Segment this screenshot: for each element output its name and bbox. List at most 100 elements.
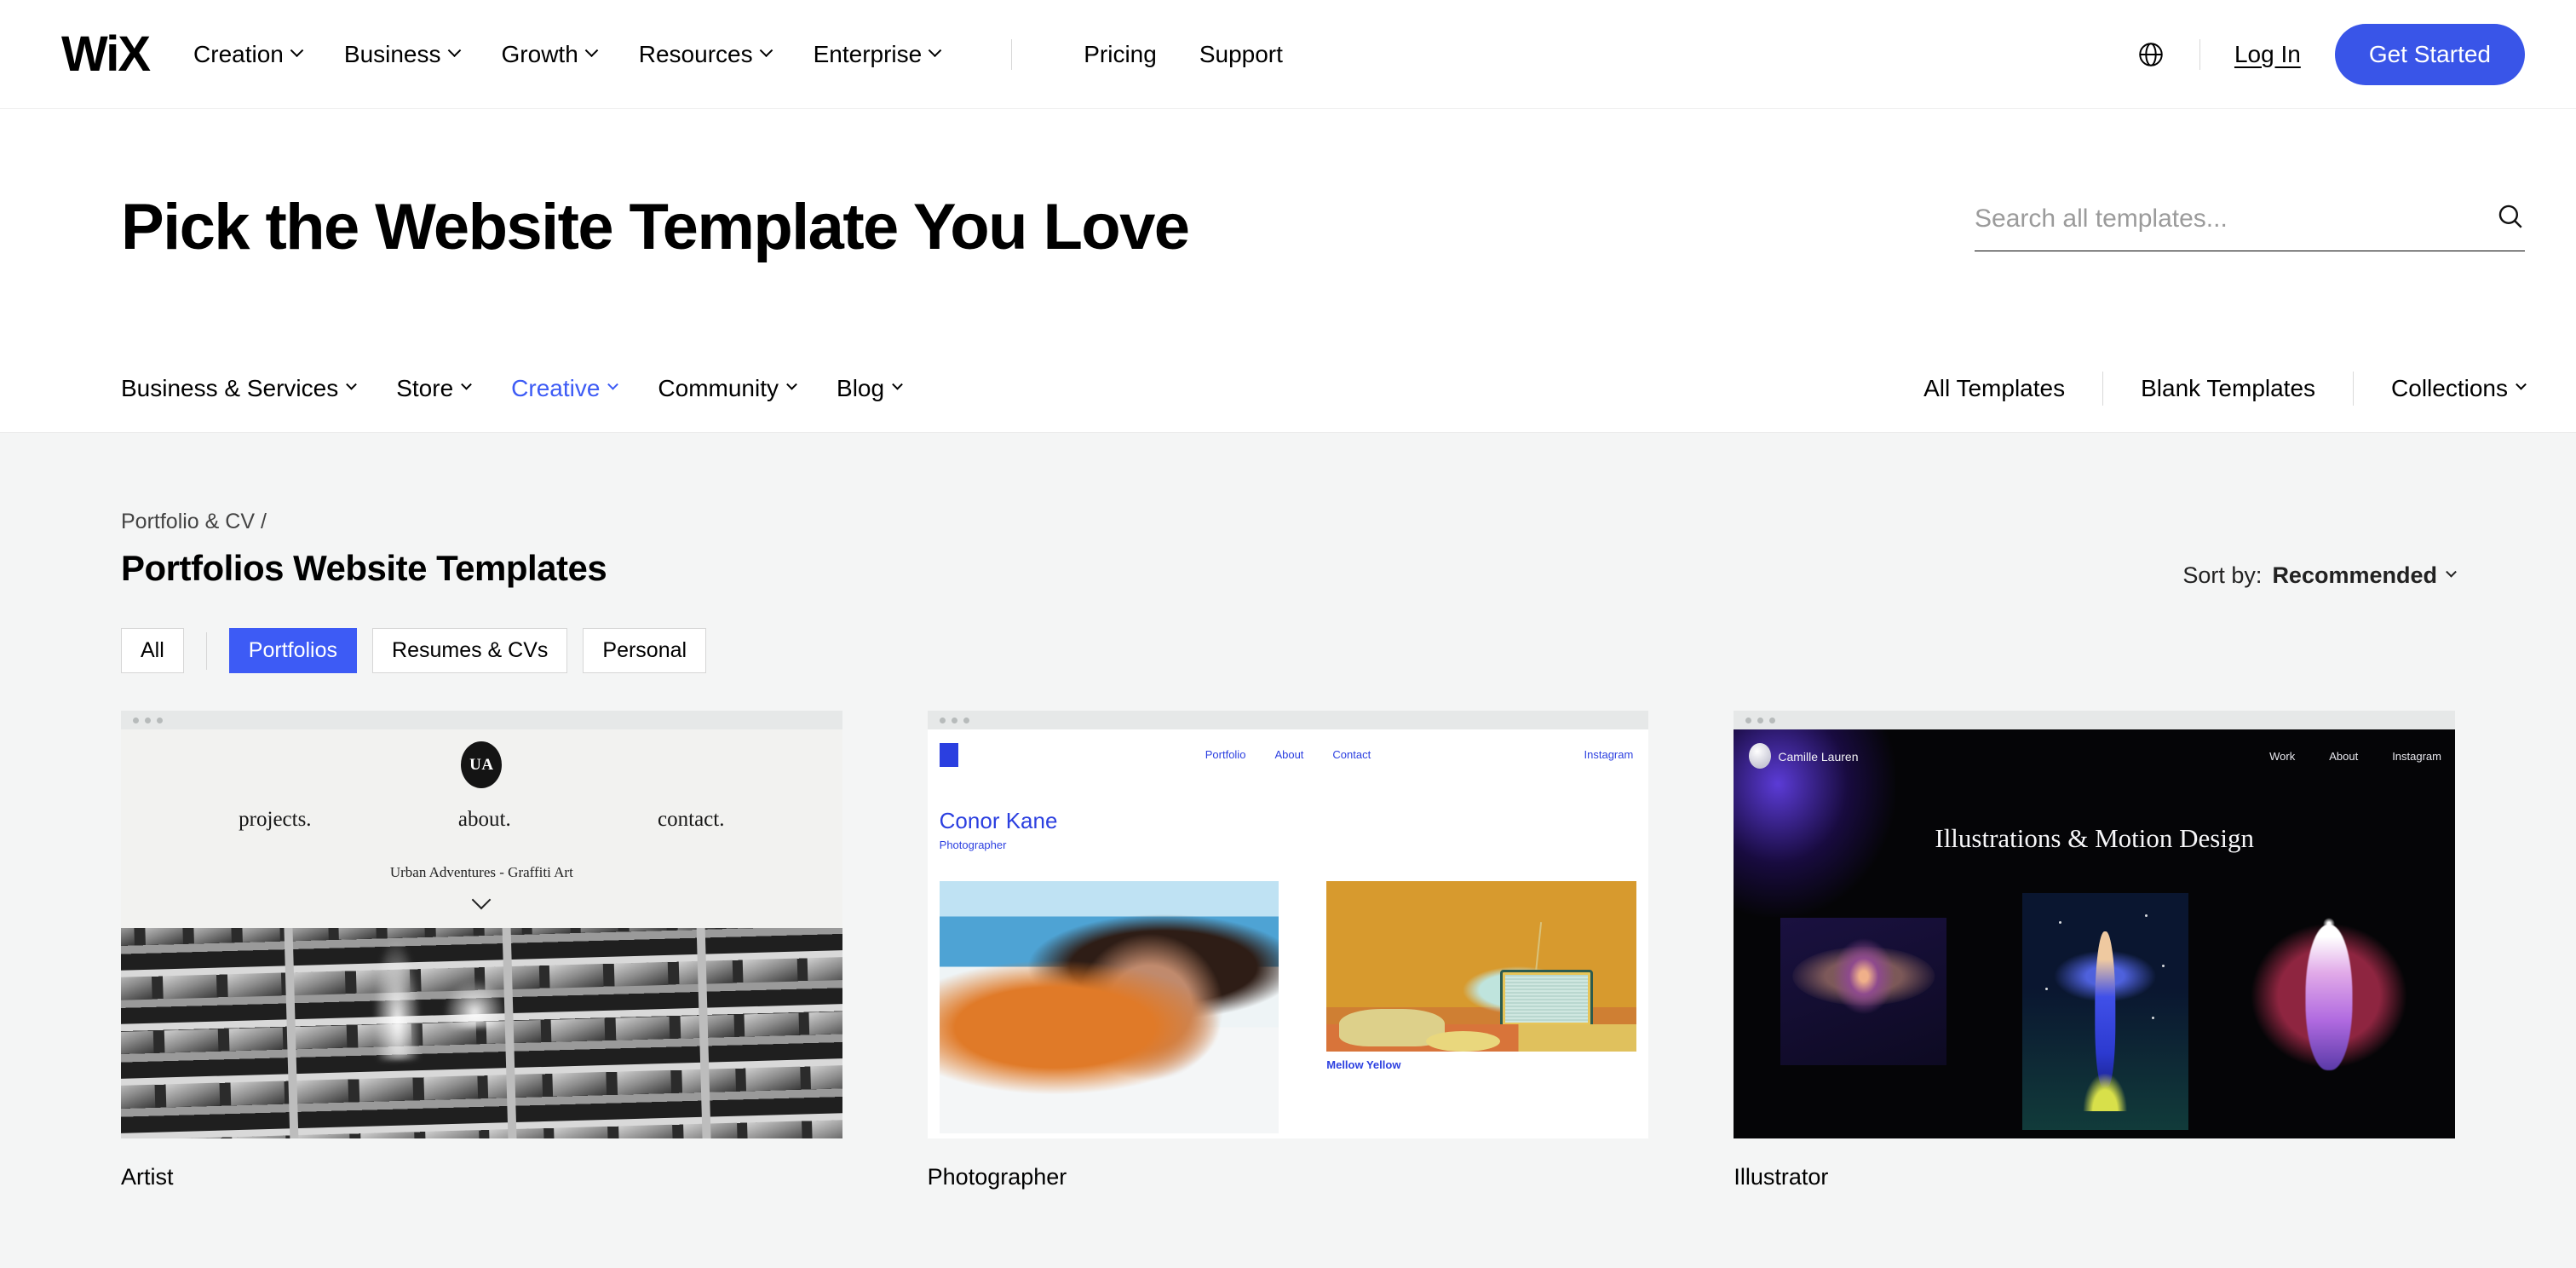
illustrator-headline: Illustrations & Motion Design — [1935, 823, 2254, 853]
window-dot-icon — [1745, 717, 1752, 723]
illustrator-nav-work: Work — [2269, 750, 2296, 763]
illustrator-template-body: Camille Lauren Work About Instagram Illu… — [1734, 729, 2455, 1138]
globe-icon[interactable] — [2136, 40, 2165, 69]
artist-nav-projects: projects. — [239, 808, 312, 831]
chevron-down-icon — [461, 378, 473, 390]
chevron-down-icon — [892, 378, 903, 390]
blank-templates-link[interactable]: Blank Templates — [2141, 375, 2315, 402]
get-started-button[interactable]: Get Started — [2334, 23, 2525, 85]
category-creative[interactable]: Creative — [511, 375, 619, 402]
artist-hero-photo — [121, 927, 842, 1138]
artist-subtitle: Urban Adventures - Graffiti Art — [389, 864, 573, 880]
category-store[interactable]: Store — [396, 375, 473, 402]
television-graphic — [1500, 970, 1594, 1028]
nav-item-label: Growth — [501, 40, 578, 67]
photo-caption: Mellow Yellow — [1326, 1058, 1401, 1071]
illustrator-name: Camille Lauren — [1778, 750, 1859, 764]
category-nav-right: All Templates Blank Templates Collection… — [1923, 371, 2527, 406]
category-blog[interactable]: Blog — [837, 375, 903, 402]
template-card-artist[interactable]: UA projects. about. contact. Urban Adven… — [121, 711, 842, 1190]
template-card-illustrator[interactable]: Camille Lauren Work About Instagram Illu… — [1734, 711, 2455, 1190]
preview-screen: Camille Lauren Work About Instagram Illu… — [1734, 729, 2455, 1138]
all-templates-link[interactable]: All Templates — [1923, 375, 2065, 402]
chevron-down-icon — [2446, 566, 2457, 578]
nav-item-creation[interactable]: Creation — [193, 40, 304, 68]
photographer-social-link: Instagram — [1584, 748, 1634, 761]
artist-template-body: UA projects. about. contact. Urban Adven… — [121, 729, 842, 1138]
template-card-photographer[interactable]: Portfolio About Contact Instagram Conor … — [927, 711, 1649, 1190]
search-input[interactable] — [1975, 204, 2496, 233]
filter-chip-personal[interactable]: Personal — [583, 628, 707, 673]
portrait-photo — [939, 881, 1279, 1133]
nav-divider — [2353, 371, 2355, 406]
nav-item-label: Creation — [193, 40, 284, 67]
template-card-title: Photographer — [927, 1164, 1067, 1190]
template-search[interactable] — [1975, 202, 2525, 251]
artwork-stingray — [1780, 917, 1947, 1065]
filter-chip-all[interactable]: All — [121, 628, 184, 673]
nav-item-resources[interactable]: Resources — [639, 41, 773, 68]
nav-divider — [2199, 38, 2200, 70]
link-label: Collections — [2391, 374, 2508, 401]
nav-divider — [1011, 38, 1013, 70]
link-label: All Templates — [1923, 374, 2066, 401]
window-dot-icon — [157, 717, 163, 723]
chevron-down-icon — [290, 43, 304, 58]
artwork-orchid — [2021, 893, 2188, 1131]
artwork-shell — [2239, 901, 2419, 1098]
main-content: Portfolio & CV / Portfolios Website Temp… — [0, 433, 2576, 1190]
artist-nav-contact: contact. — [658, 808, 725, 831]
template-preview[interactable]: Camille Lauren Work About Instagram Illu… — [1734, 711, 2455, 1138]
photographer-nav-portfolio: Portfolio — [1205, 748, 1246, 761]
nav-item-growth[interactable]: Growth — [501, 40, 599, 68]
building-facade-graphic — [121, 927, 842, 1138]
chevron-down-icon — [447, 43, 461, 58]
page-title: Portfolios Website Templates — [121, 548, 607, 588]
link-label: Blank Templates — [2141, 374, 2316, 401]
plate-graphic — [1425, 1031, 1501, 1052]
photographer-nav-contact: Contact — [1332, 748, 1371, 761]
window-dot-icon — [145, 717, 151, 723]
illustrator-nav: Work About Instagram — [2269, 750, 2441, 763]
nav-item-enterprise[interactable]: Enterprise — [813, 40, 942, 68]
window-dot-icon — [963, 717, 969, 723]
window-dot-icon — [1757, 717, 1764, 723]
chevron-down-icon — [2516, 378, 2527, 390]
photographer-template-body: Portfolio About Contact Instagram Conor … — [927, 729, 1649, 1138]
antenna-graphic — [1534, 922, 1542, 973]
chevron-down-icon — [786, 378, 797, 390]
nav-item-label: Business — [343, 40, 441, 67]
filter-chip-portfolios[interactable]: Portfolios — [228, 628, 358, 673]
artist-nav-about: about. — [457, 808, 511, 831]
chevron-down-icon — [759, 43, 773, 58]
collections-link[interactable]: Collections — [2391, 374, 2527, 402]
category-business-and-services[interactable]: Business & Services — [121, 375, 358, 402]
category-community[interactable]: Community — [658, 375, 797, 402]
search-icon[interactable] — [2496, 202, 2525, 235]
artist-logo: UA — [461, 741, 503, 788]
nav-item-support[interactable]: Support — [1199, 41, 1283, 68]
nav-item-label: Enterprise — [813, 40, 923, 67]
template-card-title: Artist — [121, 1164, 174, 1190]
template-grid: UA projects. about. contact. Urban Adven… — [121, 711, 2455, 1190]
page-heading: Pick the Website Template You Love — [121, 190, 1190, 263]
login-link[interactable]: Log In — [2234, 41, 2301, 68]
nav-item-business[interactable]: Business — [343, 40, 461, 68]
photographer-role: Photographer — [939, 839, 1007, 851]
still-life-photo — [1326, 881, 1637, 1052]
breadcrumb[interactable]: Portfolio & CV / — [121, 510, 2455, 534]
wix-logo[interactable]: WiX — [61, 29, 151, 79]
sort-by-value: Recommended — [2272, 562, 2437, 588]
chevron-down-icon — [584, 43, 599, 58]
preview-screen: UA projects. about. contact. Urban Adven… — [121, 729, 842, 1138]
nav-item-label: Support — [1199, 40, 1283, 67]
chevron-down-icon — [928, 43, 942, 58]
filter-chip-resumes-and-cvs[interactable]: Resumes & CVs — [372, 628, 568, 673]
template-preview[interactable]: UA projects. about. contact. Urban Adven… — [121, 711, 842, 1138]
photographer-nav: Portfolio About Contact — [928, 748, 1649, 761]
browser-chrome-bar — [927, 711, 1649, 729]
nav-item-pricing[interactable]: Pricing — [1084, 41, 1157, 68]
window-dot-icon — [133, 717, 139, 723]
sort-by-dropdown[interactable]: Sort by: Recommended — [2182, 562, 2457, 589]
template-preview[interactable]: Portfolio About Contact Instagram Conor … — [927, 711, 1649, 1138]
